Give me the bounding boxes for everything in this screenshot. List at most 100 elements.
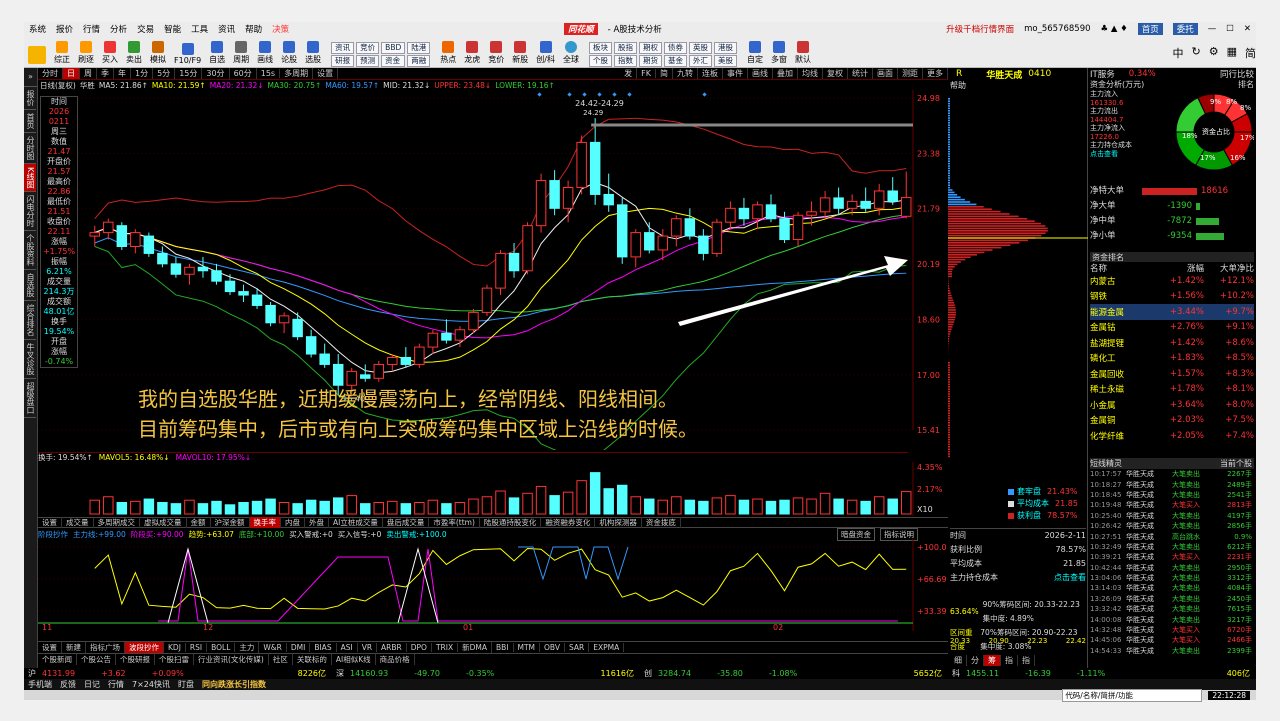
candle-body[interactable] bbox=[671, 218, 682, 237]
close-icon[interactable]: ✕ bbox=[1244, 24, 1251, 34]
news-tab[interactable]: 个股新闻 bbox=[38, 654, 77, 665]
volume-bar[interactable] bbox=[603, 488, 614, 515]
bottom-tab[interactable]: KDJ bbox=[164, 642, 186, 652]
trade-row[interactable]: 14:00:08 华胜天成 大笔卖出 3217手 bbox=[1090, 614, 1254, 624]
indicator-tab[interactable]: 内盘 bbox=[281, 517, 305, 528]
volume-bar[interactable] bbox=[508, 497, 520, 515]
candle-body[interactable] bbox=[305, 336, 317, 355]
refresh-icon[interactable]: ↻ bbox=[1192, 45, 1201, 61]
volume-bar[interactable] bbox=[495, 490, 506, 515]
chart-tab[interactable]: 连板 bbox=[698, 68, 723, 79]
index-item[interactable]: 深 14160.93 -49.70 -0.35% 11616亿 bbox=[332, 668, 640, 679]
news-tab[interactable]: 商品价格 bbox=[376, 654, 415, 665]
trade-row[interactable]: 13:04:06 华胜天成 大笔卖出 3312手 bbox=[1090, 573, 1254, 583]
indicator-tab[interactable]: 沪深金额 bbox=[211, 517, 250, 528]
candle-body[interactable] bbox=[251, 294, 263, 306]
volume-bar[interactable] bbox=[346, 495, 357, 515]
volume-chart[interactable]: 4.35% 2.17% X10 bbox=[38, 462, 948, 516]
volume-bar[interactable] bbox=[373, 502, 385, 515]
grid-btn[interactable]: 资讯 bbox=[331, 42, 355, 54]
volume-bar[interactable] bbox=[143, 498, 155, 515]
trade-row[interactable]: 14:32:48 华胜天成 大笔买入 6720手 bbox=[1090, 625, 1254, 635]
candle-body[interactable] bbox=[441, 332, 452, 341]
candle-body[interactable] bbox=[630, 232, 641, 258]
volume-bar[interactable] bbox=[684, 499, 696, 515]
candle-body[interactable] bbox=[819, 197, 831, 213]
volume-bar[interactable] bbox=[562, 491, 574, 515]
grid-btn[interactable]: BBD bbox=[381, 42, 406, 54]
leftnav-item[interactable]: 牛叉诊股 bbox=[24, 340, 36, 380]
volume-bar[interactable] bbox=[522, 492, 533, 515]
volume-bar[interactable] bbox=[644, 498, 655, 515]
volume-bar[interactable] bbox=[387, 500, 398, 515]
chart-tab[interactable]: 画线 bbox=[748, 68, 773, 79]
candle-body[interactable] bbox=[711, 221, 723, 254]
menu-item[interactable]: 报价 bbox=[56, 23, 73, 35]
grid-btn[interactable]: 英股 bbox=[688, 42, 712, 54]
scroll-news[interactable]: 同向跌涨长引指数 bbox=[202, 679, 266, 690]
bottom-tab[interactable]: 设置 bbox=[38, 641, 62, 653]
new-indicator-button[interactable]: 新建 bbox=[62, 641, 86, 653]
period-tab[interactable]: 季 bbox=[97, 68, 114, 79]
volume-bar[interactable] bbox=[833, 498, 844, 515]
grid-btn[interactable]: 指数 bbox=[613, 55, 637, 67]
period-tab[interactable]: 15s bbox=[257, 69, 281, 78]
indicator-tab[interactable]: AI立桩成交量 bbox=[329, 517, 383, 528]
candle-body[interactable] bbox=[116, 225, 128, 247]
trade-row[interactable]: 10:18:45 华胜天成 大笔卖出 2541手 bbox=[1090, 490, 1254, 500]
settings-icon[interactable]: ⚙ bbox=[1209, 45, 1219, 61]
chip-tab[interactable]: 细 bbox=[950, 654, 967, 666]
indicator-chart[interactable]: +100.0 +66.69 +33.39 11 12 01 02 bbox=[38, 539, 948, 631]
concept-row[interactable]: 磷化工 +1.83% +8.5% bbox=[1090, 351, 1254, 367]
volume-bar[interactable] bbox=[468, 498, 479, 515]
status-item[interactable]: 反馈 bbox=[60, 679, 76, 690]
candle-body[interactable] bbox=[765, 204, 777, 220]
chart-tab[interactable]: 均线 bbox=[798, 68, 823, 79]
trade-row[interactable]: 10:17:57 华胜天成 大笔卖出 2267手 bbox=[1090, 469, 1254, 479]
period-tab[interactable]: 设置 bbox=[313, 68, 339, 79]
toolbar-btn-zongzheng[interactable]: 综正 bbox=[54, 41, 70, 65]
news-tab[interactable]: AI相似K线 bbox=[332, 654, 376, 665]
grid-btn[interactable]: 研报 bbox=[331, 55, 355, 67]
trade-row[interactable]: 13:32:42 华胜天成 大笔卖出 7615手 bbox=[1090, 604, 1254, 614]
bottom-tab[interactable]: 主力 bbox=[235, 641, 260, 653]
volume-bar[interactable] bbox=[224, 504, 236, 515]
concept-row[interactable]: 稀土永磁 +1.78% +8.1% bbox=[1090, 382, 1254, 398]
bottom-tab[interactable]: 新DMA bbox=[458, 641, 492, 653]
menu-item[interactable]: 帮助 bbox=[245, 23, 262, 35]
candle-body[interactable] bbox=[562, 187, 574, 209]
trade-row[interactable]: 10:42:44 华胜天成 大笔卖出 2950手 bbox=[1090, 563, 1254, 573]
trade-row[interactable]: 10:19:48 华胜天成 大笔买入 2813手 bbox=[1090, 500, 1254, 510]
bell-icon[interactable]: ♣ ▲ ♦ bbox=[1101, 24, 1128, 34]
bottom-tab[interactable]: BOLL bbox=[207, 642, 236, 652]
volume-bar[interactable] bbox=[887, 498, 898, 515]
toolbar-btn-custom[interactable]: 自定 bbox=[747, 41, 763, 65]
leftnav-item[interactable]: 分时图 bbox=[24, 133, 36, 164]
news-tab[interactable]: 个股扫雷 bbox=[155, 654, 194, 665]
lang-zh-button[interactable]: 中 bbox=[1173, 45, 1184, 61]
toolbar-btn-watchlist[interactable]: 自选 bbox=[209, 41, 225, 65]
grid-btn[interactable]: 港股 bbox=[713, 42, 737, 54]
grid-btn[interactable]: 债券 bbox=[663, 42, 687, 54]
volume-bar[interactable] bbox=[576, 480, 587, 515]
volume-bar[interactable] bbox=[454, 502, 466, 515]
candle-body[interactable] bbox=[522, 225, 533, 272]
period-tab[interactable]: 周 bbox=[80, 68, 97, 79]
candle-body[interactable] bbox=[427, 332, 439, 348]
candle-body[interactable] bbox=[400, 356, 412, 365]
trade-row[interactable]: 10:27:51 华胜天成 高台跳水 0.9% bbox=[1090, 531, 1254, 541]
grid-btn[interactable]: 美股 bbox=[713, 55, 737, 67]
toolbar-btn-simulate[interactable]: 模拟 bbox=[150, 41, 166, 65]
entrust-button[interactable]: 委托 bbox=[1172, 23, 1198, 35]
concept-row[interactable]: 金属铜 +2.03% +7.5% bbox=[1090, 413, 1254, 429]
concept-row[interactable]: 金属回收 +1.57% +8.3% bbox=[1090, 366, 1254, 382]
trade-row[interactable]: 10:39:21 华胜天成 大笔买入 2231手 bbox=[1090, 552, 1254, 562]
candle-body[interactable] bbox=[792, 214, 804, 241]
bottom-tab[interactable]: 波段抄作 bbox=[125, 641, 164, 653]
grid-btn[interactable]: 期权 bbox=[638, 42, 662, 54]
period-tab[interactable]: 1分 bbox=[131, 68, 154, 79]
chart-tab[interactable]: 统计 bbox=[848, 68, 873, 79]
concept-row[interactable]: 金属钴 +2.76% +9.1% bbox=[1090, 320, 1254, 336]
period-tab[interactable]: 60分 bbox=[230, 68, 257, 79]
toolbar-btn-dragon[interactable]: 龙虎 bbox=[464, 41, 480, 65]
